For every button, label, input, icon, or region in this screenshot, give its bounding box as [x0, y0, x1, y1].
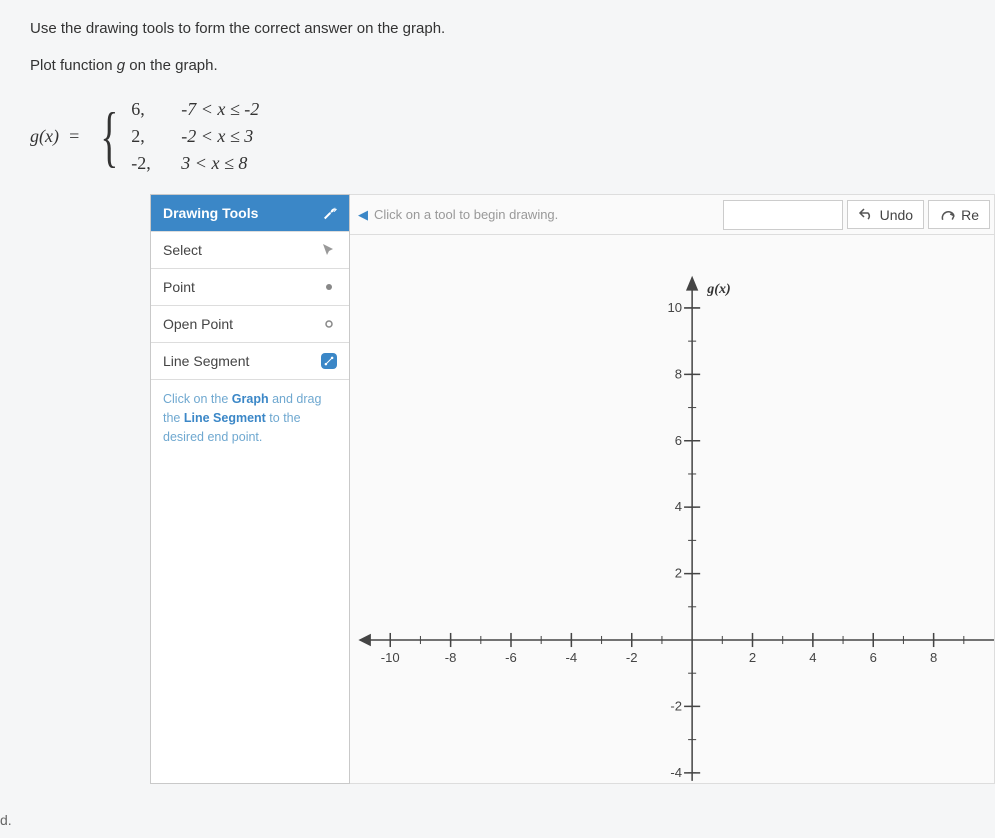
svg-text:4: 4 — [675, 499, 682, 514]
svg-text:2: 2 — [749, 650, 756, 665]
tool-line-segment[interactable]: Line Segment — [151, 342, 349, 379]
svg-text:-2: -2 — [670, 698, 682, 713]
axis-label-gx: g(x) — [706, 281, 730, 297]
svg-text:4: 4 — [809, 650, 816, 665]
coordinate-plane[interactable]: g(x) -10 — [350, 235, 994, 783]
footer-label: d. — [0, 812, 12, 828]
undo-button[interactable]: Undo — [847, 200, 924, 229]
tool-select[interactable]: Select — [151, 231, 349, 268]
piecewise-formula: g(x) = { 6,-7 < x ≤ -2 2,-2 < x ≤ 3 -2,3… — [0, 99, 995, 174]
svg-text:8: 8 — [930, 650, 937, 665]
svg-text:2: 2 — [675, 566, 682, 581]
triangle-left-icon: ◀ — [358, 207, 368, 223]
instruction-text-2: Plot function g on the graph. — [30, 57, 965, 74]
undo-icon — [858, 206, 874, 223]
spacer-box — [723, 200, 843, 230]
instruction-text-1: Use the drawing tools to form the correc… — [30, 20, 965, 37]
svg-text:-6: -6 — [505, 650, 517, 665]
svg-text:-4: -4 — [670, 765, 682, 780]
svg-text:-10: -10 — [381, 650, 400, 665]
tool-open-point[interactable]: Open Point — [151, 305, 349, 342]
wrench-icon — [321, 205, 337, 221]
drawing-tools-panel: Drawing Tools Select Point Open Point Li… — [150, 194, 350, 784]
svg-text:8: 8 — [675, 366, 682, 381]
open-point-icon — [321, 316, 337, 332]
line-segment-icon — [321, 353, 337, 369]
tool-point[interactable]: Point — [151, 268, 349, 305]
graph-area[interactable]: ◀ Click on a tool to begin drawing. Undo… — [350, 194, 995, 784]
redo-icon — [939, 206, 955, 223]
svg-text:-4: -4 — [566, 650, 578, 665]
tool-hint-text: Click on the Graph and drag the Line Seg… — [151, 379, 349, 699]
point-icon — [321, 279, 337, 295]
redo-button[interactable]: Re — [928, 200, 990, 229]
graph-hint-text: ◀ Click on a tool to begin drawing. — [358, 207, 723, 223]
svg-text:6: 6 — [675, 433, 682, 448]
cursor-icon — [321, 242, 337, 258]
svg-text:6: 6 — [870, 650, 877, 665]
svg-text:-2: -2 — [626, 650, 638, 665]
svg-text:10: 10 — [668, 300, 683, 315]
svg-text:-8: -8 — [445, 650, 457, 665]
drawing-tools-header: Drawing Tools — [151, 195, 349, 231]
